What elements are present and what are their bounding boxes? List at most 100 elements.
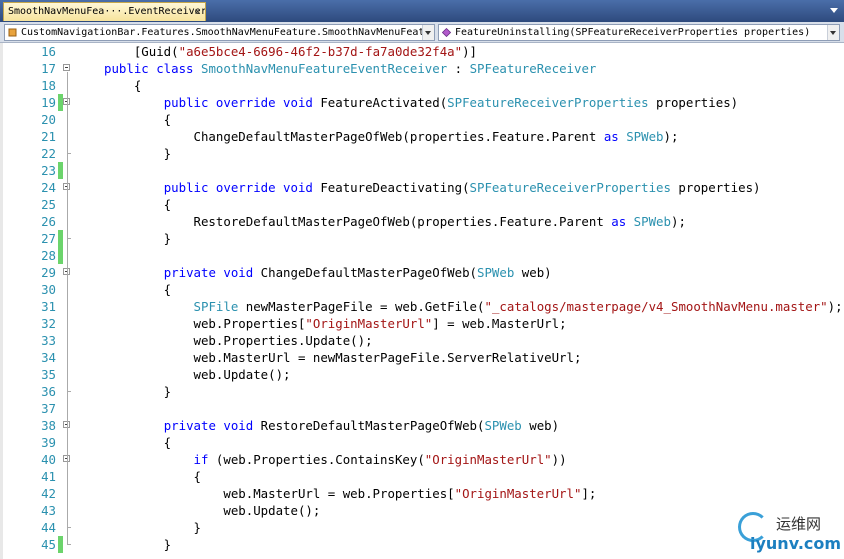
outline-guide bbox=[67, 191, 68, 238]
code-text: web.Properties.Update(); bbox=[104, 332, 373, 349]
site-watermark: 运维网 iyunv.com bbox=[736, 510, 844, 559]
code-token: SPWeb bbox=[477, 265, 515, 280]
line-number: 43 bbox=[41, 503, 56, 518]
tab-eventreceiver-cs[interactable]: SmoothNavMenuFea···.EventReceiver.cs × bbox=[3, 2, 206, 21]
code-token: properties) bbox=[648, 95, 739, 110]
code-text: web.Properties["OriginMasterUrl"] = web.… bbox=[104, 315, 567, 332]
code-line[interactable]: 44 } bbox=[0, 519, 844, 536]
code-text: web.Update(); bbox=[104, 502, 320, 519]
change-marker bbox=[58, 247, 63, 264]
code-token: web.Update(); bbox=[104, 367, 291, 382]
code-token: RestoreDefaultMasterPageOfWeb( bbox=[260, 418, 485, 433]
line-number: 23 bbox=[41, 163, 56, 178]
code-token: ]; bbox=[581, 486, 597, 501]
code-line[interactable]: 18 { bbox=[0, 77, 844, 94]
code-token: web.Update(); bbox=[104, 503, 321, 518]
code-text: } bbox=[104, 536, 171, 553]
code-line[interactable]: 26 RestoreDefaultMasterPageOfWeb(propert… bbox=[0, 213, 844, 230]
code-text: } bbox=[104, 519, 201, 536]
code-text: } bbox=[104, 145, 171, 162]
line-number: 35 bbox=[41, 367, 56, 382]
line-number: 19 bbox=[41, 95, 56, 110]
code-line[interactable]: 34 web.MasterUrl = newMasterPageFile.Ser… bbox=[0, 349, 844, 366]
code-line[interactable]: 38 private void RestoreDefaultMasterPage… bbox=[0, 417, 844, 434]
code-token: ChangeDefaultMasterPageOfWeb( bbox=[260, 265, 478, 280]
code-token: } bbox=[104, 537, 172, 552]
code-line[interactable]: 23 bbox=[0, 162, 844, 179]
code-line[interactable]: 37 bbox=[0, 400, 844, 417]
line-number: 17 bbox=[41, 61, 56, 76]
code-line[interactable]: 25 { bbox=[0, 196, 844, 213]
code-token: )] bbox=[462, 44, 478, 59]
code-line[interactable]: 40 if (web.Properties.ContainsKey("Origi… bbox=[0, 451, 844, 468]
change-marker bbox=[58, 230, 63, 247]
tab-dropdown-icon[interactable] bbox=[828, 4, 840, 16]
line-number: 29 bbox=[41, 265, 56, 280]
code-line[interactable]: 35 web.Update(); bbox=[0, 366, 844, 383]
member-dropdown-value: FeatureUninstalling(SPFeatureReceiverPro… bbox=[455, 27, 811, 38]
outline-guide-end bbox=[67, 238, 71, 239]
code-text: } bbox=[104, 383, 171, 400]
line-number: 31 bbox=[41, 299, 56, 314]
chevron-down-icon[interactable] bbox=[827, 25, 839, 40]
code-token: SPWeb bbox=[626, 129, 664, 144]
code-token: (web.Properties.ContainsKey( bbox=[215, 452, 425, 467]
close-tab-icon[interactable]: × bbox=[194, 3, 201, 21]
code-token: web) bbox=[521, 418, 560, 433]
code-line[interactable]: 30 { bbox=[0, 281, 844, 298]
code-line[interactable]: 24 public override void FeatureDeactivat… bbox=[0, 179, 844, 196]
code-editor[interactable]: 16 [Guid("a6e5bce4-6696-46f2-b37d-fa7a0d… bbox=[0, 43, 844, 559]
code-token: private void bbox=[163, 265, 261, 280]
code-text: { bbox=[104, 281, 171, 298]
code-text: SPFile newMasterPageFile = web.GetFile("… bbox=[104, 298, 843, 315]
code-token: { bbox=[104, 435, 172, 450]
code-line[interactable]: 32 web.Properties["OriginMasterUrl"] = w… bbox=[0, 315, 844, 332]
line-number: 18 bbox=[41, 78, 56, 93]
line-number: 33 bbox=[41, 333, 56, 348]
collapse-icon[interactable] bbox=[63, 64, 70, 71]
code-line[interactable]: 41 { bbox=[0, 468, 844, 485]
code-token: as bbox=[603, 129, 627, 144]
code-line[interactable]: 31 SPFile newMasterPageFile = web.GetFil… bbox=[0, 298, 844, 315]
code-token: ); bbox=[670, 214, 686, 229]
code-token: { bbox=[104, 469, 201, 484]
code-text: public override void FeatureDeactivating… bbox=[104, 179, 761, 196]
code-token: "OriginMasterUrl" bbox=[424, 452, 552, 467]
code-line[interactable]: 19 public override void FeatureActivated… bbox=[0, 94, 844, 111]
code-line[interactable]: 20 { bbox=[0, 111, 844, 128]
line-number: 21 bbox=[41, 129, 56, 144]
code-line[interactable]: 39 { bbox=[0, 434, 844, 451]
code-line[interactable]: 45 } bbox=[0, 536, 844, 553]
line-number: 30 bbox=[41, 282, 56, 297]
code-line[interactable]: 27 } bbox=[0, 230, 844, 247]
code-line[interactable]: 29 private void ChangeDefaultMasterPageO… bbox=[0, 264, 844, 281]
code-token: } bbox=[104, 146, 172, 161]
code-line[interactable]: 33 web.Properties.Update(); bbox=[0, 332, 844, 349]
code-line[interactable]: 21 ChangeDefaultMasterPageOfWeb(properti… bbox=[0, 128, 844, 145]
navigation-bar: CustomNavigationBar.Features.SmoothNavMe… bbox=[0, 22, 844, 43]
code-line[interactable]: 17 public class SmoothNavMenuFeatureEvent… bbox=[0, 60, 844, 77]
code-token: { bbox=[104, 78, 142, 93]
chevron-down-icon[interactable] bbox=[422, 25, 434, 40]
line-number: 22 bbox=[41, 146, 56, 161]
type-dropdown[interactable]: CustomNavigationBar.Features.SmoothNavMe… bbox=[4, 24, 435, 41]
code-line[interactable]: 16 [Guid("a6e5bce4-6696-46f2-b37d-fa7a0d… bbox=[0, 43, 844, 60]
code-token: } bbox=[104, 231, 172, 246]
code-line[interactable]: 43 web.Update(); bbox=[0, 502, 844, 519]
outline-guide bbox=[67, 276, 68, 391]
code-line[interactable]: 42 web.MasterUrl = web.Properties["Origi… bbox=[0, 485, 844, 502]
line-number: 38 bbox=[41, 418, 56, 433]
code-token: ); bbox=[827, 299, 843, 314]
line-number: 20 bbox=[41, 112, 56, 127]
code-line[interactable]: 28 bbox=[0, 247, 844, 264]
code-line[interactable]: 22 } bbox=[0, 145, 844, 162]
code-text: { bbox=[104, 468, 201, 485]
code-token: : bbox=[447, 61, 470, 76]
code-line[interactable]: 36 } bbox=[0, 383, 844, 400]
line-number: 36 bbox=[41, 384, 56, 399]
line-number: 16 bbox=[41, 44, 56, 59]
line-number: 28 bbox=[41, 248, 56, 263]
member-dropdown[interactable]: FeatureUninstalling(SPFeatureReceiverPro… bbox=[438, 24, 840, 41]
